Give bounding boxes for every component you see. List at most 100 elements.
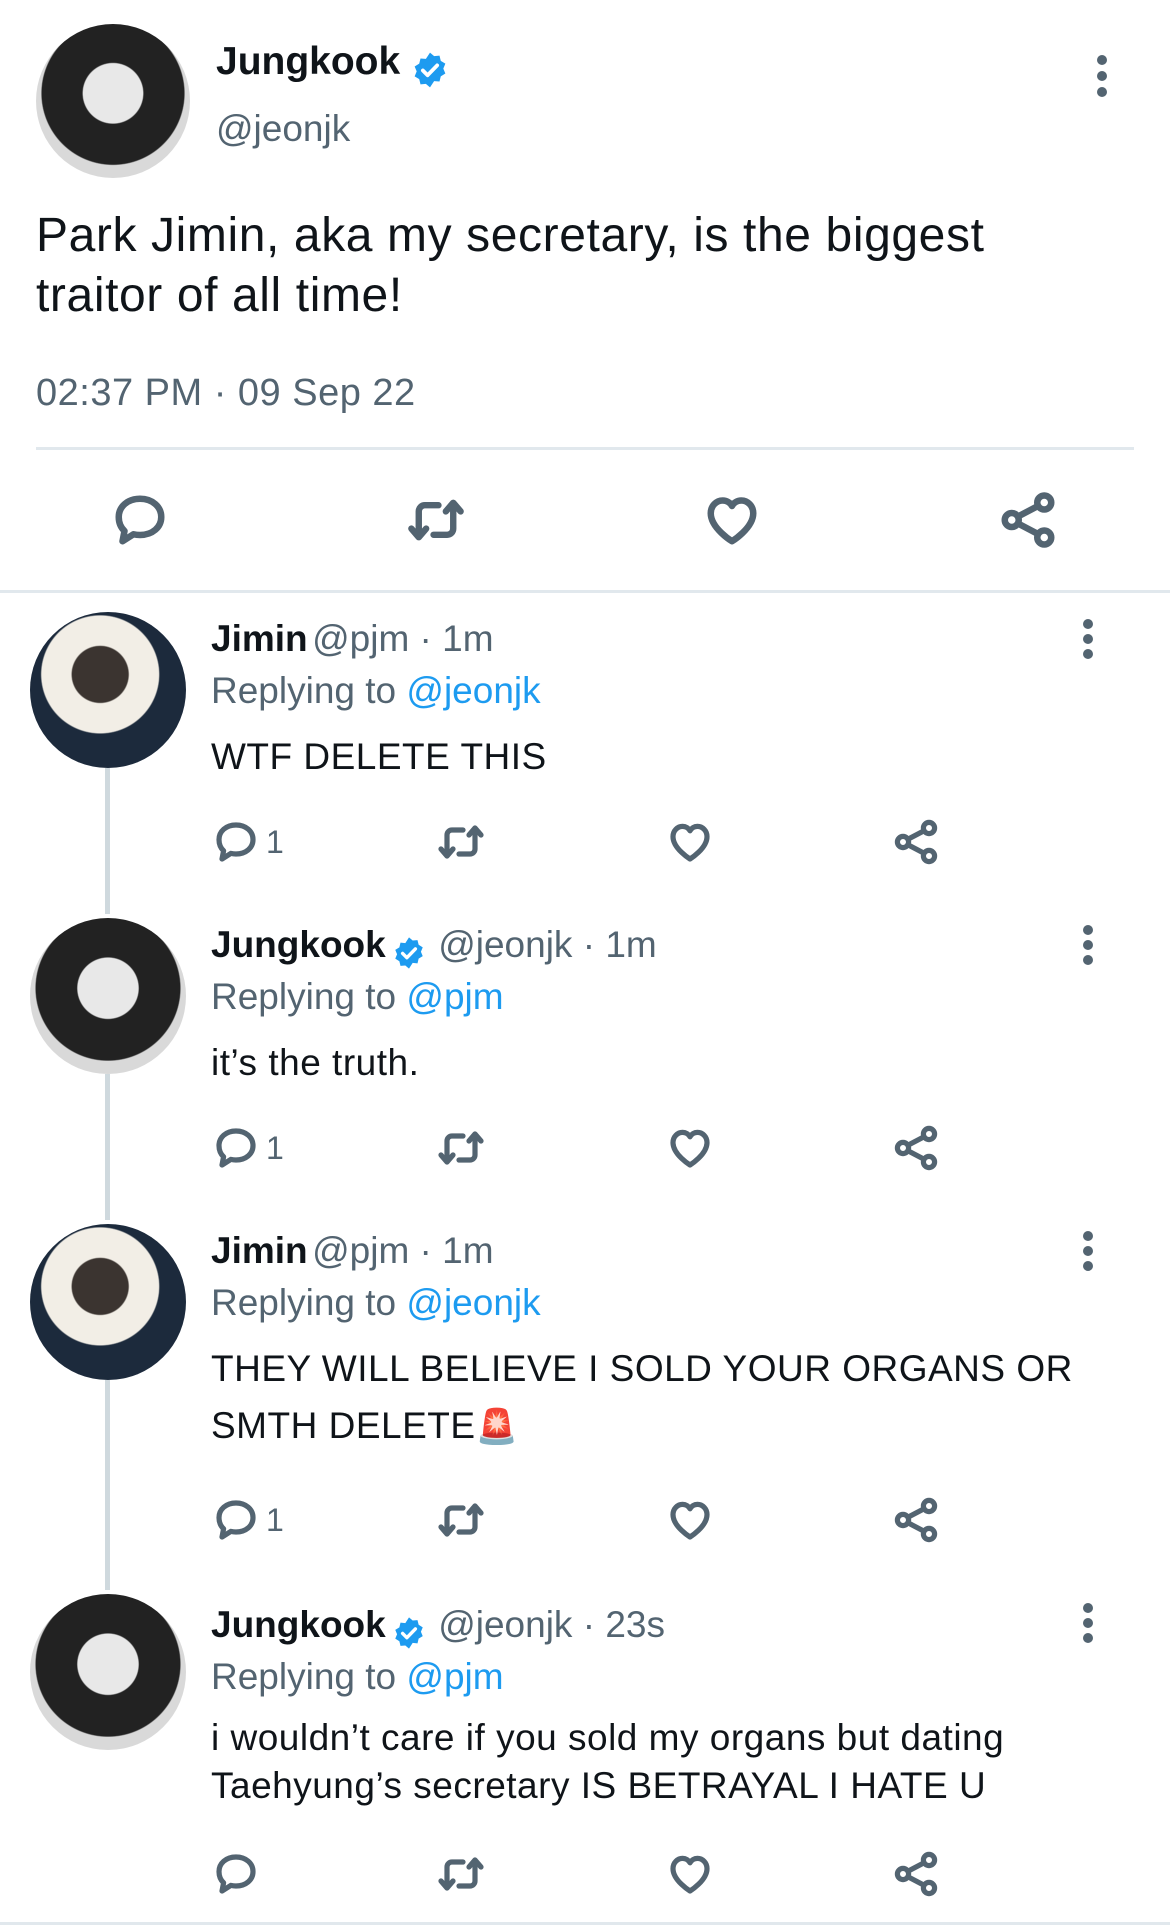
share-icon [894, 1125, 938, 1171]
tweet-text: Park Jimin, aka my secretary, is the big… [36, 206, 985, 326]
retweet-button[interactable] [434, 1496, 488, 1549]
avatar[interactable] [30, 612, 186, 768]
author-handle-time[interactable]: @pjm · 1m [312, 1230, 493, 1271]
avatar[interactable] [30, 918, 186, 1074]
reply-text-line: SMTH DELETE🚨 [211, 1397, 1073, 1456]
retweet-button[interactable] [434, 818, 488, 871]
more-options-icon[interactable] [1078, 1602, 1098, 1644]
reply-text: it’s the truth. [211, 1034, 419, 1091]
thread-line [105, 1380, 110, 1590]
replying-to-handle[interactable]: @jeonjk [406, 1282, 540, 1323]
reply-text: i wouldn’t care if you sold my organs bu… [211, 1714, 1004, 1810]
like-button[interactable] [666, 1850, 714, 1903]
reply-button[interactable] [212, 1850, 266, 1898]
retweet-button[interactable] [404, 490, 468, 555]
author-name[interactable]: Jungkook [216, 40, 400, 83]
reply-count: 1 [266, 823, 284, 860]
heart-icon [670, 1501, 710, 1540]
thread-line [105, 1074, 110, 1220]
more-options-icon[interactable] [1078, 924, 1098, 966]
like-button[interactable] [666, 1124, 714, 1177]
tweet-text-line: traitor of all time! [36, 269, 403, 322]
reply-button[interactable]: 1 [212, 1496, 284, 1544]
author-handle-time[interactable]: @pjm · 1m [312, 618, 493, 659]
reply-text-line: WTF DELETE THIS [211, 736, 547, 777]
share-icon [894, 1851, 938, 1897]
reply-icon [216, 822, 256, 862]
replying-to: Replying to @jeonjk [211, 670, 541, 712]
reply-icon [216, 1128, 256, 1168]
replying-to-handle[interactable]: @pjm [406, 1656, 503, 1697]
reply-count: 1 [266, 1501, 284, 1538]
avatar[interactable] [36, 24, 190, 178]
heart-icon [670, 1129, 710, 1168]
author-handle-time[interactable]: @jeonjk · 23s [438, 1604, 665, 1645]
reply-button[interactable] [110, 490, 170, 555]
tweet-text-line: Park Jimin, aka my secretary, is the big… [36, 209, 985, 262]
reply-icon [216, 1854, 256, 1894]
section-divider [0, 590, 1170, 593]
heart-icon [670, 1855, 710, 1894]
author-handle[interactable]: @jeonjk [216, 108, 350, 150]
avatar[interactable] [30, 1594, 186, 1750]
avatar[interactable] [30, 1224, 186, 1380]
replying-to-handle[interactable]: @jeonjk [406, 670, 540, 711]
reply-icon [115, 495, 165, 545]
retweet-icon [438, 825, 484, 859]
author-name[interactable]: Jimin [211, 1230, 308, 1271]
share-button[interactable] [892, 1496, 940, 1549]
author-name[interactable]: Jimin [211, 618, 308, 659]
replying-to: Replying to @jeonjk [211, 1282, 541, 1324]
retweet-button[interactable] [434, 1850, 488, 1903]
replying-to-label: Replying to [211, 670, 397, 711]
share-button[interactable] [892, 1124, 940, 1177]
heart-icon [670, 823, 710, 862]
heart-icon [707, 497, 757, 545]
replying-to-label: Replying to [211, 976, 397, 1017]
share-button[interactable] [998, 490, 1058, 555]
more-options-icon[interactable] [1092, 54, 1112, 98]
reply-header: Jimin @pjm · 1m [211, 1230, 494, 1272]
share-button[interactable] [892, 818, 940, 871]
reply-text-line: it’s the truth. [211, 1042, 420, 1083]
author-name[interactable]: Jungkook [211, 924, 386, 965]
reply-header: Jungkook @jeonjk · 23s [211, 1604, 665, 1650]
reply-count: 1 [266, 1129, 284, 1166]
reply-text-line: i wouldn’t care if you sold my organs bu… [211, 1717, 1005, 1758]
verified-badge-icon [414, 52, 445, 88]
reply-text: THEY WILL BELIEVE I SOLD YOUR ORGANS OR … [211, 1340, 1073, 1456]
divider [36, 447, 1134, 450]
reply-button[interactable]: 1 [212, 1124, 284, 1172]
tweet-timestamp: 02:37 PM · 09 Sep 22 [36, 372, 416, 414]
share-button[interactable] [892, 1850, 940, 1903]
reply-header: Jimin @pjm · 1m [211, 618, 494, 660]
retweet-icon [438, 1857, 484, 1891]
like-button[interactable] [702, 490, 762, 555]
like-button[interactable] [666, 818, 714, 871]
replying-to-label: Replying to [211, 1282, 397, 1323]
author-name-row: Jungkook [216, 40, 449, 89]
retweet-button[interactable] [434, 1124, 488, 1177]
more-options-icon[interactable] [1078, 1230, 1098, 1272]
verified-badge-icon [395, 937, 423, 969]
replying-to: Replying to @pjm [211, 976, 504, 1018]
thread-line [105, 768, 110, 914]
share-icon [894, 819, 938, 865]
retweet-icon [408, 499, 464, 541]
reply-text-line: Taehyung’s secretary IS BETRAYAL I HATE … [211, 1765, 987, 1806]
verified-badge-icon [395, 1617, 423, 1649]
replying-to-handle[interactable]: @pjm [406, 976, 503, 1017]
replying-to-label: Replying to [211, 1656, 397, 1697]
reply-button[interactable]: 1 [212, 818, 284, 866]
replying-to: Replying to @pjm [211, 1656, 504, 1698]
author-handle-time[interactable]: @jeonjk · 1m [438, 924, 657, 965]
more-options-icon[interactable] [1078, 618, 1098, 660]
like-button[interactable] [666, 1496, 714, 1549]
share-icon [894, 1497, 938, 1543]
author-name[interactable]: Jungkook [211, 1604, 386, 1645]
share-icon [1001, 492, 1055, 548]
reply-text-segment: SMTH DELETE [211, 1405, 476, 1446]
siren-emoji: 🚨 [475, 1408, 519, 1446]
reply-header: Jungkook @jeonjk · 1m [211, 924, 657, 970]
reply-text-line: THEY WILL BELIEVE I SOLD YOUR ORGANS OR [211, 1348, 1073, 1389]
